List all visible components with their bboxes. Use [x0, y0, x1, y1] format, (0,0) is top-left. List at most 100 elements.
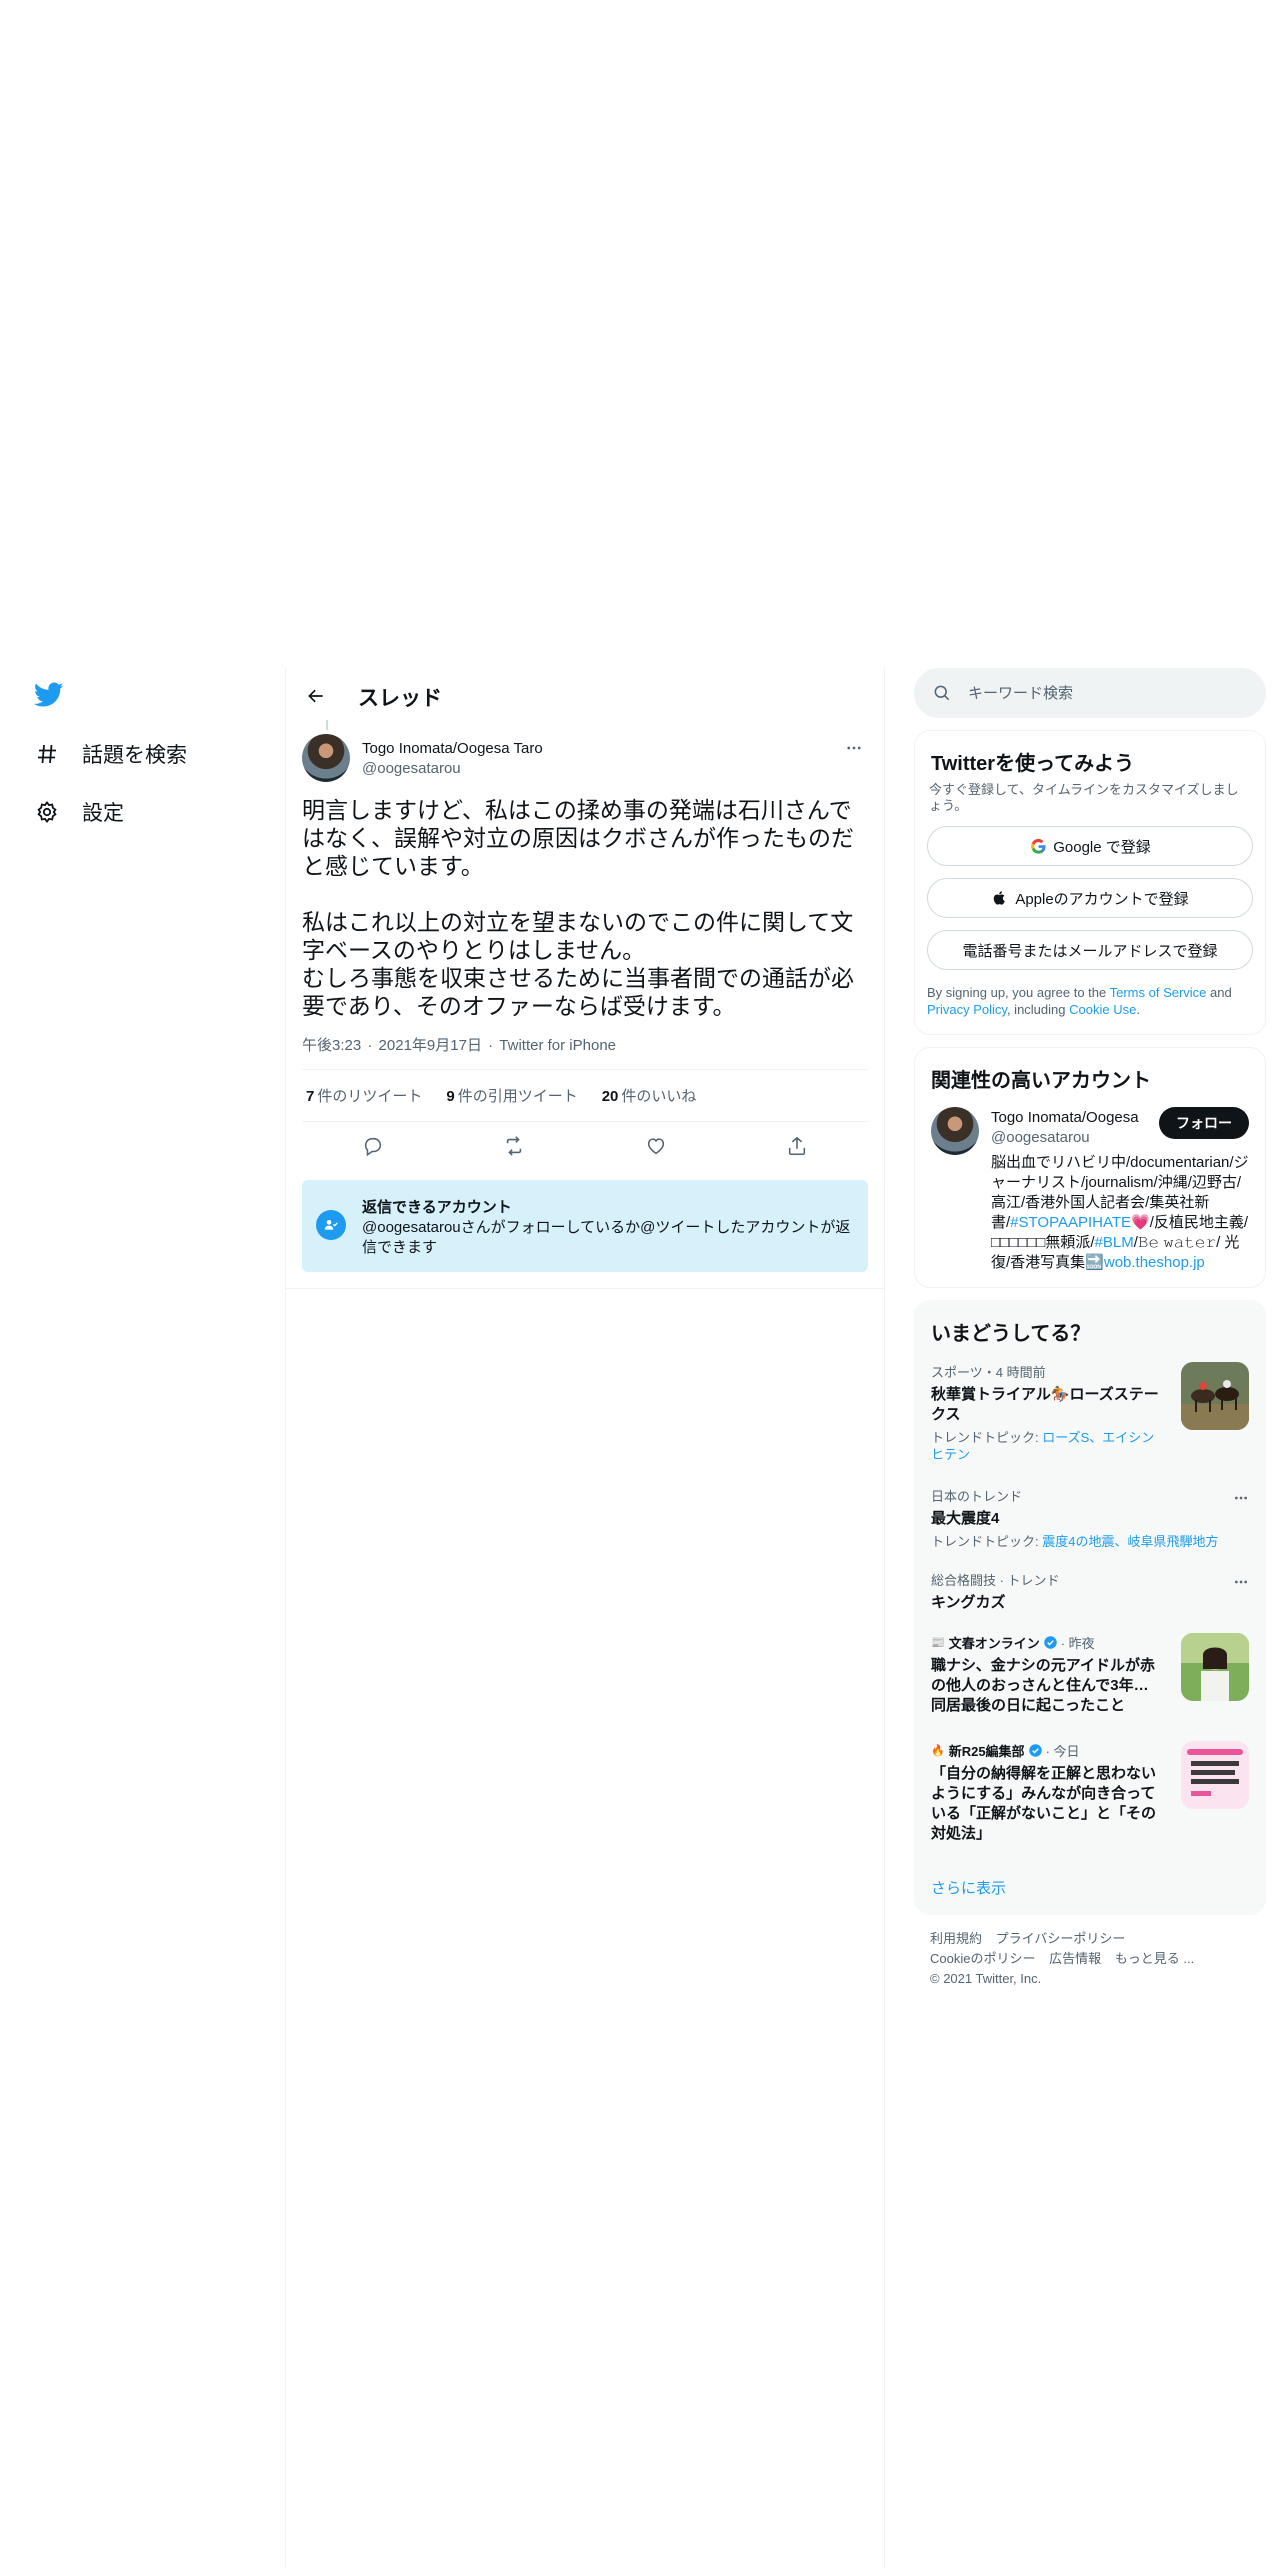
- news-source: 文春オンライン: [948, 1636, 1040, 1651]
- news-source-icon: 📰: [931, 1637, 945, 1649]
- trend-item[interactable]: 総合格闘技 · トレンド キングカズ: [915, 1560, 1265, 1623]
- separator: ·: [367, 1037, 373, 1054]
- tweet-text: 明言しますけど、私はこの揉め事の発端は石川さんではなく、誤解や対立の原因はクボさ…: [302, 797, 854, 1019]
- nav-settings[interactable]: 設定: [34, 792, 124, 832]
- tweet-timestamp: 午後3:23 · 2021年9月17日 · Twitter for iPhone: [302, 1034, 868, 1070]
- reply-icon[interactable]: [355, 1128, 391, 1164]
- trend-item[interactable]: スポーツ・4 時間前 秋華賞トライアル🏇ローズステークス トレンドトピック: ロ…: [915, 1352, 1265, 1476]
- footer-link[interactable]: もっと見る ...: [1115, 1951, 1194, 1966]
- verified-badge-icon: [1028, 1743, 1043, 1758]
- page-title: スレッド: [358, 687, 442, 710]
- footer-link[interactable]: プライバシーポリシー: [996, 1931, 1126, 1946]
- person-check-icon: [316, 1210, 346, 1240]
- tweet-actions: [302, 1122, 868, 1170]
- privacy-link[interactable]: Privacy Policy: [927, 1002, 1007, 1017]
- tweet-stats: 7 件のリツイート 9 件の引用ツイート 20 件のいいね: [302, 1070, 868, 1122]
- author-name[interactable]: Togo Inomata/Oogesa Taro: [362, 740, 543, 757]
- phone-email-signup-button[interactable]: 電話番号またはメールアドレスで登録: [927, 930, 1253, 970]
- apple-signup-label: Appleのアカウントで登録: [1015, 890, 1189, 908]
- related-accounts-title: 関連性の高いアカウント: [931, 1070, 1151, 1092]
- reply-restriction-notice: 返信できるアカウント @oogesatarouさんがフォローしているか@ツイート…: [302, 1180, 868, 1272]
- follow-button[interactable]: フォロー: [1159, 1107, 1249, 1139]
- more-icon[interactable]: [842, 736, 866, 760]
- likes-stat[interactable]: 20 件のいいね: [602, 1085, 697, 1106]
- nav-settings-label: 設定: [82, 802, 124, 825]
- twitter-bird-icon[interactable]: [33, 682, 64, 708]
- more-icon[interactable]: [1231, 1572, 1251, 1592]
- news-headline: 「自分の納得解を正解と思わないようにする」みんなが向き合っている「正解がないこと…: [931, 1765, 1157, 1842]
- google-signup-label: Google で登録: [1053, 838, 1151, 856]
- thread-header: スレッド: [286, 668, 884, 722]
- google-icon: [1029, 837, 1047, 855]
- focused-tweet: Togo Inomata/Oogesa Taro @oogesatarou 明言…: [286, 722, 884, 1289]
- signup-card: Twitterを使ってみよう 今すぐ登録して、タイムラインをカスタマイズしましょ…: [914, 730, 1266, 1035]
- bio-hashtag[interactable]: #BLM: [1095, 1234, 1134, 1251]
- news-headline: 職ナシ、金ナシの元アイドルが赤の他人のおっさんと住んで3年…同居最後の日に起こっ…: [931, 1657, 1155, 1714]
- author-avatar[interactable]: [302, 734, 350, 782]
- more-icon[interactable]: [1231, 1488, 1251, 1508]
- related-account[interactable]: Togo Inomata/Oogesa Taro @oogesatarou フォ…: [915, 1107, 1265, 1287]
- footer-link[interactable]: 広告情報: [1049, 1951, 1101, 1966]
- trend-name: 秋華賞トライアル🏇ローズステークス: [931, 1386, 1159, 1423]
- trend-meta: 総合格闘技 · トレンド: [931, 1573, 1060, 1588]
- apple-signup-button[interactable]: Appleのアカウントで登録: [927, 878, 1253, 918]
- bio-link[interactable]: wob.theshop.jp: [1104, 1254, 1205, 1271]
- retweet-icon[interactable]: [496, 1128, 532, 1164]
- share-icon[interactable]: [779, 1128, 815, 1164]
- tweet-client[interactable]: Twitter for iPhone: [499, 1037, 616, 1054]
- reply-restriction-title: 返信できるアカウント: [362, 1199, 512, 1216]
- phone-email-signup-label: 電話番号またはメールアドレスで登録: [962, 942, 1218, 960]
- horse-racing-thumbnail: [1181, 1362, 1249, 1430]
- show-more-link[interactable]: さらに表示: [915, 1861, 1265, 1914]
- bio-hashtag[interactable]: #STOPAAPIHATE: [1010, 1214, 1131, 1231]
- related-accounts-card: 関連性の高いアカウント Togo Inomata/Oogesa Taro @oo…: [914, 1047, 1266, 1288]
- trend-item[interactable]: 日本のトレンド 最大震度4 トレンドトピック: 震度4の地震、岐阜県飛騨地方: [915, 1476, 1265, 1560]
- news-time: · 昨夜: [1060, 1636, 1095, 1651]
- search-input[interactable]: [968, 684, 1228, 702]
- related-account-avatar[interactable]: [931, 1107, 979, 1155]
- sidebar-right: Twitterを使ってみよう 今すぐ登録して、タイムラインをカスタマイズしましょ…: [914, 668, 1266, 2003]
- gear-icon: [34, 799, 60, 825]
- reply-restriction-desc: @oogesatarouさんがフォローしているか@ツイートしたアカウントが返信で…: [362, 1219, 851, 1256]
- verified-badge-icon: [1043, 1635, 1058, 1650]
- news-time: · 今日: [1045, 1744, 1080, 1759]
- back-arrow-icon[interactable]: [300, 680, 332, 712]
- news-thumbnail: [1181, 1633, 1249, 1701]
- google-signup-button[interactable]: Google で登録: [927, 826, 1253, 866]
- trend-topic: トレンドトピック: 震度4の地震、岐阜県飛騨地方: [931, 1534, 1219, 1549]
- news-source-icon: 🔥: [931, 1745, 945, 1757]
- tweet-date[interactable]: 2021年9月17日: [379, 1037, 482, 1054]
- like-icon[interactable]: [638, 1128, 674, 1164]
- hashtag-icon: [34, 741, 60, 767]
- news-item[interactable]: 📰 文春オンライン · 昨夜 職ナシ、金ナシの元アイドルが赤の他人のおっさんと住…: [915, 1623, 1265, 1731]
- footer-link[interactable]: 利用規約: [930, 1931, 982, 1946]
- terms-link[interactable]: Terms of Service: [1110, 985, 1207, 1000]
- footer: 利用規約 プライバシーポリシー Cookieのポリシー 広告情報 もっと見る .…: [914, 1915, 1266, 2003]
- trends-card: いまどうしてる？ スポーツ・4 時間前 秋華賞トライアル🏇ローズステークス トレ…: [914, 1300, 1266, 1915]
- trend-meta: スポーツ・4 時間前: [931, 1365, 1046, 1380]
- tweet-time[interactable]: 午後3:23: [302, 1037, 361, 1054]
- related-account-bio: 脳出血でリハビリ中/documentarian/ジャーナリスト/journali…: [991, 1154, 1249, 1271]
- apple-icon: [991, 889, 1009, 907]
- quotes-stat[interactable]: 9 件の引用ツイート: [446, 1085, 577, 1106]
- related-account-name[interactable]: Togo Inomata/Oogesa Taro: [991, 1109, 1141, 1126]
- related-account-handle[interactable]: @oogesatarou: [991, 1129, 1090, 1146]
- signup-subtitle: 今すぐ登録して、タイムラインをカスタマイズしましょう。: [929, 782, 1239, 813]
- signup-terms: By signing up, you agree to the Terms of…: [927, 985, 1232, 1017]
- copyright: © 2021 Twitter, Inc.: [930, 1971, 1042, 1986]
- thread-column: スレッド Togo Inomata/Oogesa Taro @oogesatar…: [285, 668, 885, 2568]
- footer-link[interactable]: Cookieのポリシー: [930, 1951, 1035, 1966]
- trends-title: いまどうしてる？: [931, 1323, 1091, 1345]
- search-box[interactable]: [914, 668, 1266, 718]
- news-item[interactable]: 🔥 新R25編集部 · 今日 「自分の納得解を正解と思わないようにする」みんなが…: [915, 1731, 1265, 1861]
- nav-explore-label: 話題を検索: [82, 744, 187, 767]
- search-icon: [932, 683, 952, 703]
- separator: ·: [488, 1037, 494, 1054]
- trend-topic: トレンドトピック: ローズS、エイシンヒテン: [931, 1430, 1155, 1462]
- signup-title: Twitterを使ってみよう: [931, 753, 1135, 775]
- cookie-link[interactable]: Cookie Use: [1069, 1002, 1136, 1017]
- nav-explore[interactable]: 話題を検索: [34, 734, 187, 774]
- author-handle[interactable]: @oogesatarou: [362, 760, 461, 777]
- trend-name: 最大震度4: [931, 1510, 1000, 1527]
- retweets-stat[interactable]: 7 件のリツイート: [306, 1085, 422, 1106]
